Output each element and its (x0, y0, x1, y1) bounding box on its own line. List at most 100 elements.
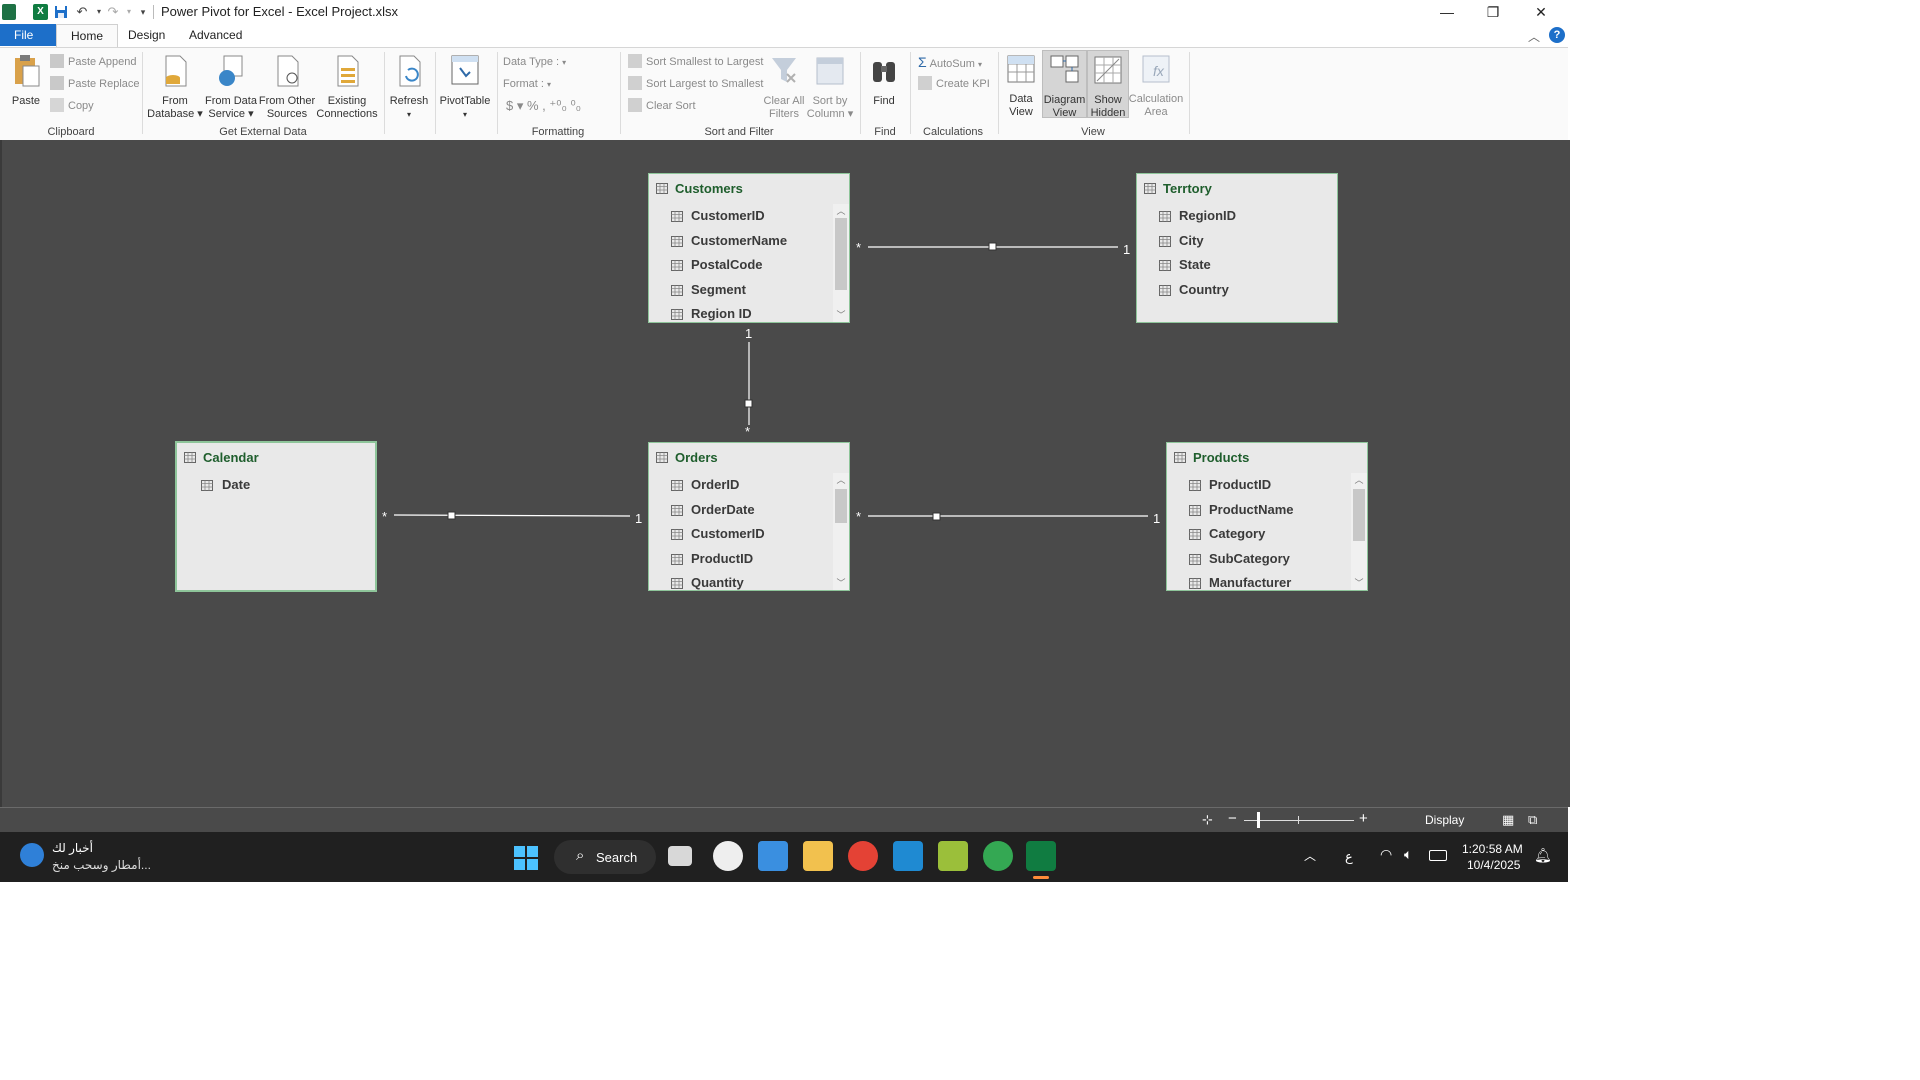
undo-icon[interactable]: ↶ (74, 4, 90, 20)
field-item[interactable]: OrderID (649, 473, 833, 498)
zoom-out-button[interactable]: − (1228, 810, 1237, 827)
table-scrollbar[interactable]: ︿ ﹀ (833, 204, 849, 322)
number-format-buttons[interactable]: $ ▾ % , ⁺⁰₀ ⁰₀ (506, 97, 581, 115)
table-header[interactable]: Customers (649, 174, 849, 204)
field-item[interactable]: SubCategory (1167, 547, 1351, 572)
file-explorer-icon[interactable] (803, 841, 833, 871)
battery-icon[interactable] (1429, 850, 1447, 861)
chrome-profile-icon[interactable] (983, 841, 1013, 871)
clock-time[interactable]: 1:20:58 AM (1462, 842, 1523, 856)
redo-icon[interactable]: ↷ (105, 4, 121, 20)
show-hidden-button[interactable]: Show Hidden (1087, 50, 1129, 119)
tab-home[interactable]: Home (56, 24, 119, 48)
field-item[interactable]: OrderDate (649, 498, 833, 523)
field-item[interactable]: PostalCode (649, 253, 833, 278)
field-item[interactable]: Country (1137, 278, 1337, 303)
field-item[interactable]: RegionID (1137, 204, 1337, 229)
field-item[interactable]: CustomerID (649, 522, 833, 547)
table-scrollbar[interactable]: ︿ ﹀ (833, 473, 849, 590)
field-list[interactable]: CustomerID CustomerName PostalCode Segme… (649, 204, 833, 322)
copy-button[interactable]: Copy (50, 97, 94, 115)
table-scrollbar[interactable]: ︿ ﹀ (1351, 473, 1367, 590)
zoom-slider-thumb[interactable] (1257, 812, 1260, 828)
data-type-dropdown[interactable]: Data Type : ▾ (503, 53, 566, 71)
from-other-sources-button[interactable]: From Other Sources (257, 54, 317, 121)
help-icon[interactable]: ? (1549, 27, 1565, 43)
diagram-view-icon[interactable]: ⧉ (1528, 812, 1537, 828)
field-item[interactable]: ProductName (1167, 498, 1351, 523)
zoom-slider[interactable] (1244, 820, 1354, 821)
grid-view-icon[interactable]: ▦ (1502, 812, 1514, 828)
clear-all-filters-button[interactable]: Clear All Filters (760, 54, 808, 121)
scroll-thumb[interactable] (835, 489, 847, 523)
from-data-service-button[interactable]: From Data Service ▾ (203, 54, 259, 121)
diagram-view-button[interactable]: Diagram View (1042, 50, 1087, 119)
sort-descending-button[interactable]: Sort Largest to Smallest (628, 75, 763, 93)
windows-start-icon[interactable] (513, 845, 539, 871)
clear-sort-button[interactable]: Clear Sort (628, 97, 696, 115)
table-calendar[interactable]: Calendar Date (175, 441, 377, 592)
scroll-up-icon[interactable]: ︿ (833, 473, 849, 487)
taskbar-search[interactable]: ⌕ Search (554, 840, 656, 874)
weather-icon[interactable] (20, 843, 44, 867)
field-item[interactable]: ProductID (1167, 473, 1351, 498)
show-hidden-icons-icon[interactable]: ︿ (1304, 847, 1316, 864)
refresh-button[interactable]: Refresh ▾ (386, 54, 432, 121)
paste-replace-button[interactable]: Paste Replace (50, 75, 140, 93)
field-item[interactable]: City (1137, 229, 1337, 254)
sort-ascending-button[interactable]: Sort Smallest to Largest (628, 53, 763, 71)
table-territory[interactable]: Terrtory RegionID City State Country (1136, 173, 1338, 323)
restore-button[interactable]: ❐ (1470, 0, 1516, 24)
field-item[interactable]: Category (1167, 522, 1351, 547)
excel-taskbar-icon[interactable] (1026, 841, 1056, 871)
scroll-down-icon[interactable]: ﹀ (833, 576, 849, 590)
find-button[interactable]: Find (864, 54, 904, 108)
create-kpi-button[interactable]: Create KPI (918, 75, 990, 93)
field-item[interactable]: Region ID (649, 302, 833, 322)
input-language[interactable]: ع (1345, 849, 1353, 865)
field-item[interactable]: State (1137, 253, 1337, 278)
minimize-button[interactable]: — (1424, 0, 1470, 24)
sort-by-column-button[interactable]: Sort by Column ▾ (806, 54, 854, 121)
snipping-tool-icon[interactable] (938, 841, 968, 871)
scroll-up-icon[interactable]: ︿ (1351, 473, 1367, 487)
clock-date[interactable]: 10/4/2025 (1467, 858, 1520, 872)
calculation-area-button[interactable]: fx Calculation Area (1128, 52, 1184, 119)
existing-connections-button[interactable]: Existing Connections (316, 54, 378, 121)
field-item[interactable]: ProductID (649, 547, 833, 572)
paste-append-button[interactable]: Paste Append (50, 53, 137, 71)
table-header[interactable]: Products (1167, 443, 1367, 473)
scroll-down-icon[interactable]: ﹀ (833, 308, 849, 322)
field-item[interactable]: CustomerName (649, 229, 833, 254)
data-view-button[interactable]: Data View (1001, 52, 1041, 119)
field-list[interactable]: RegionID City State Country (1137, 204, 1337, 322)
collapse-ribbon-icon[interactable]: ︿ (1528, 28, 1540, 45)
scroll-down-icon[interactable]: ﹀ (1351, 576, 1367, 590)
tab-file[interactable]: File (0, 24, 56, 46)
fit-to-screen-icon[interactable]: ⊹ (1202, 812, 1213, 828)
autosum-button[interactable]: Σ AutoSum ▾ (918, 53, 982, 71)
field-item[interactable]: Manufacturer (1167, 571, 1351, 590)
paste-button[interactable]: Paste (6, 54, 46, 108)
format-dropdown[interactable]: Format : ▾ (503, 75, 551, 93)
wifi-icon[interactable]: ◠ (1380, 846, 1392, 863)
field-list[interactable]: Date (177, 473, 375, 590)
notifications-icon[interactable]: 🔔︎ (1534, 847, 1552, 864)
table-header[interactable]: Terrtory (1137, 174, 1337, 204)
task-view-icon[interactable] (668, 846, 692, 866)
save-icon[interactable] (53, 4, 69, 20)
field-item[interactable]: Date (177, 473, 375, 498)
tab-design[interactable]: Design (114, 24, 179, 46)
chrome-icon[interactable] (848, 841, 878, 871)
table-header[interactable]: Calendar (177, 443, 375, 473)
field-list[interactable]: ProductID ProductName Category SubCatego… (1167, 473, 1351, 590)
table-header[interactable]: Orders (649, 443, 849, 473)
excel-icon[interactable]: X (33, 4, 48, 20)
from-database-button[interactable]: From Database ▾ (146, 54, 204, 121)
volume-icon[interactable]: 🔈︎ (1404, 846, 1412, 863)
zoom-in-button[interactable]: + (1359, 810, 1368, 827)
clock-app-icon[interactable] (713, 841, 743, 871)
customize-quick-access-icon[interactable]: ▾ (135, 4, 151, 20)
vscode-icon[interactable] (893, 841, 923, 871)
news-subtitle[interactable]: أمطار وسحب منخ... (52, 858, 151, 872)
